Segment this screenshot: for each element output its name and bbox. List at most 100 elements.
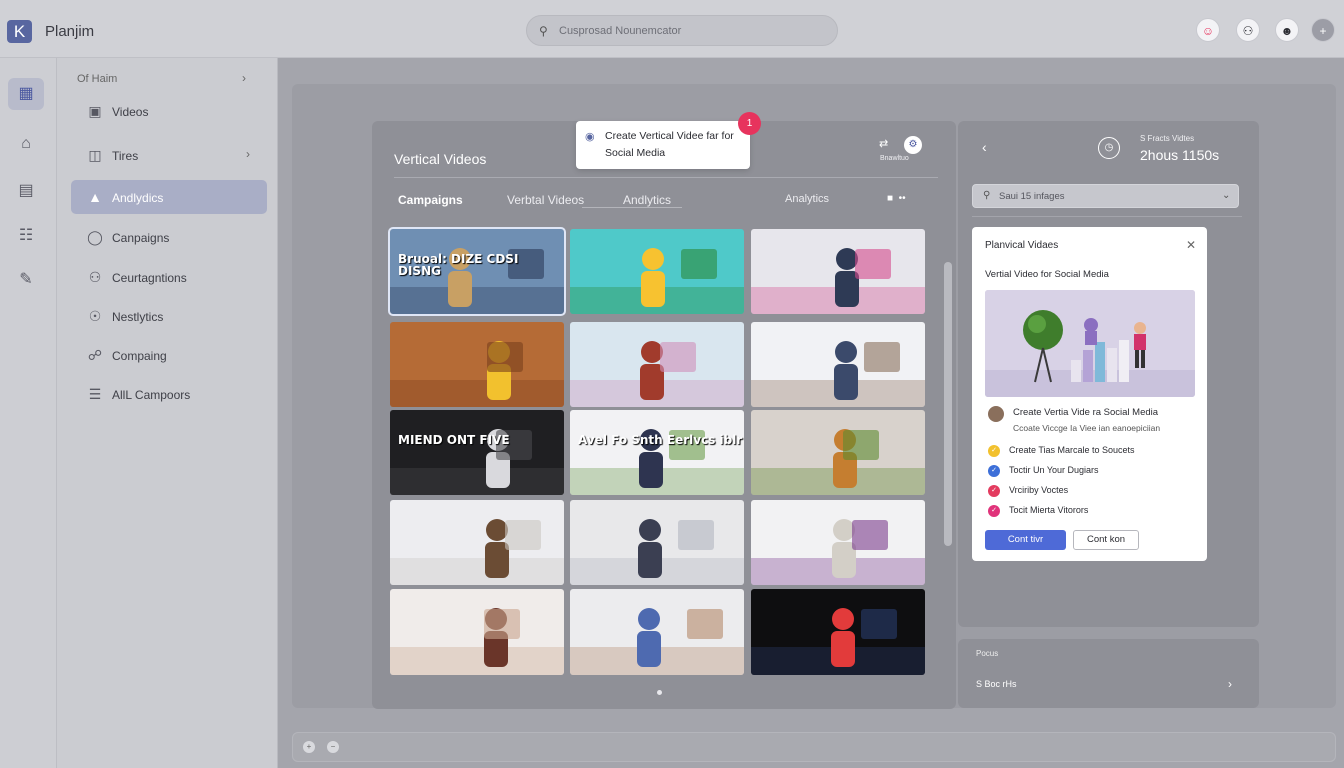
- header-label: Bnawltuo: [880, 155, 909, 162]
- circle-icon: ☉: [88, 308, 102, 324]
- table-icon[interactable]: ☷: [8, 220, 44, 252]
- analytics-icon: ▲: [88, 189, 102, 205]
- video-thumbnail[interactable]: [751, 500, 925, 585]
- video-thumbnail[interactable]: [570, 589, 744, 675]
- tab-analytics[interactable]: Analytics: [785, 193, 829, 205]
- add-icon[interactable]: +: [303, 741, 315, 753]
- video-thumbnail[interactable]: [570, 322, 744, 407]
- sidebar-item-tires[interactable]: ◫ Tires ›: [71, 138, 267, 172]
- card-author: Create Vertia Vide ra Social Media: [1013, 407, 1159, 418]
- sidebar-item-ceurtagntions[interactable]: ⚇ Ceurtagntions: [71, 260, 267, 294]
- sidebar-item-compaing[interactable]: ☍ Compaing: [71, 338, 267, 372]
- duration-label: S Fracts Vidtes: [1140, 134, 1195, 143]
- tab-indicator: [582, 207, 682, 208]
- panel-title: Vertical Videos: [394, 151, 487, 167]
- video-thumbnail[interactable]: [570, 500, 744, 585]
- search-bar[interactable]: ⚲ Cusprosad Nounemcator: [526, 15, 838, 46]
- video-thumbnail[interactable]: Avel Fo Snth Eerlvcs iblr: [570, 410, 744, 495]
- icon-rail: ▦ ⌂ ▤ ☷ ✎: [0, 58, 57, 768]
- back-icon[interactable]: ‹: [982, 139, 987, 155]
- video-thumbnail[interactable]: MIEND ONT FIVE: [390, 410, 564, 495]
- thumbnail-caption: Bruoal: DIZE CDSI DISNG: [398, 252, 519, 278]
- sidebar-item-label: AllL Campoors: [112, 388, 191, 402]
- tooltip-text: Create Vertical Videe far for Social Med…: [605, 130, 734, 159]
- close-icon[interactable]: ✕: [1186, 238, 1196, 252]
- scrollbar[interactable]: [944, 262, 952, 546]
- sidebar-item-campaigns[interactable]: ◯ Canpaigns: [71, 220, 267, 254]
- create-tooltip[interactable]: ◉ Create Vertical Videe far for Social M…: [576, 121, 750, 169]
- sidebar-item-videos[interactable]: ▣ Videos: [71, 94, 267, 128]
- sidebar-item-all-campoors[interactable]: ☰ AllL Campoors: [71, 377, 267, 411]
- stack-icon: ☰: [88, 386, 102, 402]
- sidebar-item-label: Andlydics: [112, 191, 164, 205]
- sidebar-item-label: Canpaigns: [112, 231, 170, 245]
- focus-value: S Boc rHs: [976, 679, 1017, 689]
- video-icon: ▣: [88, 103, 102, 119]
- video-thumbnail[interactable]: [751, 589, 925, 675]
- video-thumbnail[interactable]: Bruoal: DIZE CDSI DISNG: [388, 227, 566, 316]
- avatar: [988, 406, 1004, 422]
- thumbnail-caption: MIEND ONT FIVE: [398, 433, 510, 447]
- smiley-icon[interactable]: ☻: [1275, 18, 1299, 42]
- sidebar: Of Haim › ▣ Videos ◫ Tires › ▲ Andlydics…: [57, 58, 278, 768]
- video-thumbnail[interactable]: [390, 589, 564, 675]
- share-icon[interactable]: ⇄: [879, 137, 888, 150]
- tab-vertical-videos[interactable]: Verbtal Videos: [507, 193, 584, 207]
- settings-icon[interactable]: ⚙: [904, 136, 922, 154]
- bullet-icon: ✓: [988, 465, 1000, 477]
- tab-campaigns[interactable]: Campaigns: [398, 193, 463, 207]
- video-thumbnail[interactable]: [751, 229, 925, 314]
- tab-andlytics[interactable]: Andlytics: [623, 193, 671, 207]
- chevron-right-icon: ›: [246, 147, 250, 161]
- top-bar: K Planjim ⚲ Cusprosad Nounemcator ☺ ⚇ ☻ …: [0, 0, 1344, 58]
- video-thumbnail[interactable]: [751, 322, 925, 407]
- card-illustration: [985, 290, 1195, 397]
- notification-badge[interactable]: 1: [738, 112, 761, 135]
- page-indicator[interactable]: [657, 690, 662, 695]
- video-thumbnail[interactable]: [390, 322, 564, 407]
- list-item-label: Vrciriby Voctes: [1009, 485, 1069, 495]
- list-item-label: Tocit Mierta Vitorors: [1009, 505, 1089, 515]
- bullet-icon: ✓: [988, 485, 1000, 497]
- home-icon[interactable]: ⌂: [8, 128, 44, 160]
- image-search-input[interactable]: Saui 15 infages: [999, 191, 1065, 202]
- secondary-button[interactable]: Cont kon: [1073, 530, 1139, 550]
- sidebar-item-analytics[interactable]: ▲ Andlydics: [71, 180, 267, 214]
- chevron-right-icon[interactable]: ›: [1228, 677, 1232, 691]
- focus-panel[interactable]: Pocus S Boc rHs ›: [958, 639, 1259, 708]
- chevron-right-icon[interactable]: ›: [242, 71, 246, 85]
- card-title: Planvical Vidaes: [985, 240, 1059, 251]
- plus-icon[interactable]: +: [1311, 18, 1335, 42]
- app-name: Planjim: [45, 23, 95, 40]
- image-search[interactable]: ⚲ Saui 15 infages ⌄: [972, 184, 1239, 208]
- sidebar-item-label: Ceurtagntions: [112, 271, 187, 285]
- video-thumbnail[interactable]: [390, 500, 564, 585]
- video-thumbnail[interactable]: [751, 410, 925, 495]
- edit-icon[interactable]: ✎: [8, 264, 44, 296]
- list-item-label: Create Tias Marcale to Soucets: [1009, 445, 1135, 455]
- chevron-down-icon[interactable]: ⌄: [1222, 190, 1230, 201]
- video-thumbnail[interactable]: [570, 229, 744, 314]
- search-icon: ⚲: [539, 24, 548, 38]
- document-icon[interactable]: ▤: [8, 175, 44, 207]
- clock-icon: ◷: [1098, 137, 1120, 159]
- search-input[interactable]: Cusprosad Nounemcator: [559, 25, 681, 37]
- video-detail-card: Planvical Vidaes ✕ Vertial Video for Soc…: [972, 227, 1207, 561]
- chat-icon: ◯: [87, 229, 103, 245]
- sidebar-item-nestlytics[interactable]: ☉ Nestlytics: [71, 299, 267, 333]
- view-toggle-icon[interactable]: ■ ••: [887, 193, 906, 204]
- person-icon[interactable]: ⚇: [1236, 18, 1260, 42]
- bullet-icon: ✓: [988, 505, 1000, 517]
- duration-value: 2hous 1150s: [1140, 147, 1220, 163]
- list-item-label: Toctir Un Your Dugiars: [1009, 465, 1099, 475]
- person-alert-icon[interactable]: ☺: [1196, 18, 1220, 42]
- folder-icon: ◫: [88, 147, 102, 163]
- box-icon[interactable]: ▦: [8, 78, 44, 110]
- footer-bar: + −: [292, 732, 1336, 762]
- bullet-icon: ✓: [988, 445, 1000, 457]
- app-logo[interactable]: K: [7, 20, 32, 43]
- sidebar-item-label: Tires: [112, 149, 139, 163]
- minus-icon[interactable]: −: [327, 741, 339, 753]
- sidebar-item-label: Videos: [112, 105, 149, 119]
- continue-button[interactable]: Cont tivr: [985, 530, 1066, 550]
